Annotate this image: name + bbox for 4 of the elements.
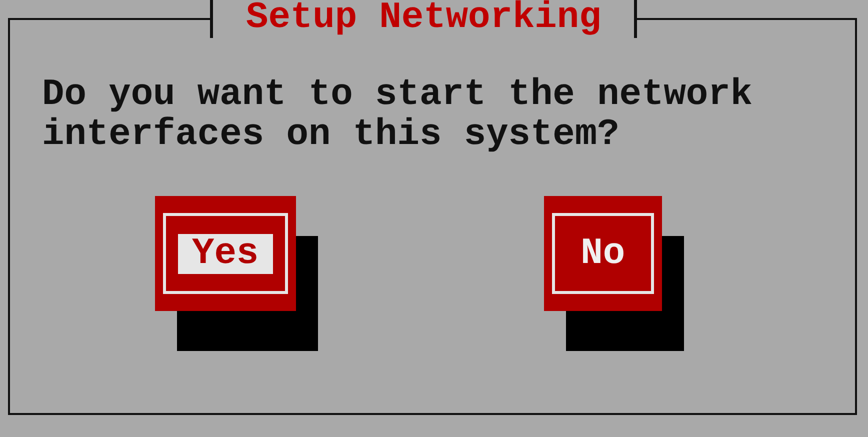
dialog-title: Setup Networking <box>210 0 638 38</box>
yes-button[interactable]: Yes <box>155 196 296 311</box>
no-button[interactable]: No <box>544 196 662 311</box>
dialog-message: Do you want to start the network interfaces on this system? <box>41 73 754 155</box>
